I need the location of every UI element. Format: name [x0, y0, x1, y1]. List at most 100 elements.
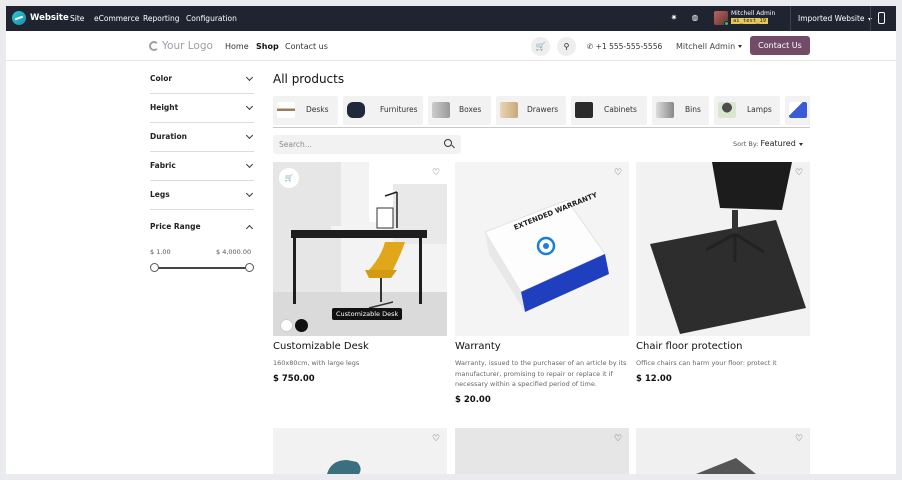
category-cabinets[interactable]: Cabinets [571, 96, 647, 125]
wishlist-heart-icon[interactable]: ♡ [613, 434, 623, 444]
site-header: Your Logo Home Shop Contact us 🛒 ⚲ ✆ +1 … [6, 31, 896, 61]
product-description: Warranty, issued to the purchaser of an … [455, 359, 627, 388]
page-title: All products [273, 72, 345, 86]
nav-home[interactable]: Home [225, 42, 249, 51]
online-status-icon [724, 21, 729, 26]
price-min-handle[interactable] [150, 263, 159, 272]
filter-fabric[interactable]: Fabric [150, 152, 254, 181]
user-menu[interactable]: Mitchell Admin ai_test_19 [714, 9, 784, 29]
warranty-box-photo: EXTENDED WARRANTY [455, 162, 629, 336]
product-image-row2-2[interactable]: ♡ [455, 428, 629, 474]
chevron-down-icon [245, 160, 254, 169]
filter-label: Price Range [150, 222, 201, 231]
chevron-down-icon [245, 189, 254, 198]
phone-number: +1 555-555-5556 [595, 42, 663, 51]
lamp-thumbnail [718, 102, 736, 118]
category-carousel: Desks Furnitures Boxes Drawers Cabinets … [273, 96, 810, 128]
divider [870, 6, 871, 31]
price-range-track[interactable] [154, 267, 250, 269]
menu-ecommerce[interactable]: eCommerce [94, 14, 139, 23]
menu-reporting[interactable]: Reporting [143, 14, 179, 23]
category-lamps[interactable]: Lamps [714, 96, 780, 125]
caret-down-icon [798, 142, 803, 146]
site-logo[interactable]: Your Logo [149, 40, 213, 52]
wishlist-heart-icon[interactable]: ♡ [794, 434, 804, 444]
product-description: 160x80cm, with large legs [273, 359, 360, 367]
variant-black-swatch[interactable] [295, 319, 308, 332]
category-boxes[interactable]: Boxes [428, 96, 491, 125]
product-image-row2-1[interactable]: ♡ [273, 428, 447, 474]
menu-configuration[interactable]: Configuration [186, 14, 237, 23]
category-label: Furnitures [380, 105, 418, 114]
admin-bar: Website Site eCommerce Reporting Configu… [6, 6, 896, 31]
category-desks[interactable]: Desks [273, 96, 338, 125]
category-label: Cabinets [604, 105, 637, 114]
contact-us-button[interactable]: Contact Us [750, 36, 810, 55]
category-furnitures[interactable]: Furnitures [343, 96, 423, 125]
phone-icon: ✆ [587, 42, 596, 51]
chevron-up-icon [245, 224, 254, 233]
website-switcher[interactable]: Imported Website [798, 14, 872, 23]
filter-height[interactable]: Height [150, 94, 254, 123]
cart-button[interactable]: 🛒 [531, 37, 550, 56]
wishlist-heart-icon[interactable]: ♡ [613, 168, 623, 178]
website-app-brand[interactable]: Website [12, 11, 69, 25]
product-image-row2-3[interactable]: ♡ [636, 428, 810, 474]
price-max-handle[interactable] [245, 263, 254, 272]
category-label: Bins [685, 105, 701, 114]
sort-dropdown[interactable]: Sort By: Featured [733, 139, 803, 148]
product-search[interactable]: Search... [273, 135, 461, 154]
filter-label: Fabric [150, 161, 176, 170]
nav-shop[interactable]: Shop [256, 42, 279, 51]
chevron-down-icon [245, 131, 254, 140]
desk-thumbnail [277, 102, 295, 118]
product-name[interactable]: Warranty [455, 341, 501, 352]
box-thumbnail [432, 102, 450, 118]
browser-viewport: Website Site eCommerce Reporting Configu… [6, 6, 896, 474]
product-image-warranty[interactable]: EXTENDED WARRANTY ♡ [455, 162, 629, 336]
category-bins[interactable]: Bins [652, 96, 709, 125]
price-max-label: $ 4,000.00 [216, 248, 252, 256]
wishlist-heart-icon[interactable]: ♡ [431, 168, 441, 178]
menu-site[interactable]: Site [70, 14, 84, 23]
phone-link[interactable]: ✆ +1 555-555-5556 [587, 42, 662, 51]
divider [790, 6, 791, 31]
filter-duration[interactable]: Duration [150, 123, 254, 152]
nav-contact-us[interactable]: Contact us [285, 42, 328, 51]
mobile-preview-icon[interactable] [878, 12, 885, 24]
product-image-chair-mat[interactable]: ♡ [636, 162, 810, 336]
filter-label: Height [150, 103, 179, 112]
header-user-menu[interactable]: Mitchell Admin [676, 42, 743, 51]
category-drawers[interactable]: Drawers [496, 96, 566, 125]
bug-icon[interactable]: ✷ [669, 13, 679, 23]
filter-label: Legs [150, 190, 170, 199]
add-to-cart-button[interactable]: 🛒 [279, 168, 299, 188]
search-button[interactable]: ⚲ [557, 37, 576, 56]
wishlist-heart-icon[interactable]: ♡ [794, 168, 804, 178]
variant-white-swatch[interactable] [280, 319, 293, 332]
globe-icon[interactable]: ◍ [690, 13, 700, 23]
filter-label: Duration [150, 132, 187, 141]
filter-price-range[interactable]: Price Range [150, 213, 254, 242]
category-next[interactable] [785, 96, 810, 125]
product-name[interactable]: Chair floor protection [636, 341, 742, 352]
chevron-down-icon [245, 73, 254, 82]
next-category-thumbnail [789, 102, 807, 118]
sort-value: Featured [760, 139, 796, 148]
filter-legs[interactable]: Legs [150, 181, 254, 210]
sofa-thumbnail [347, 102, 365, 118]
admin-user-name: Mitchell Admin [731, 10, 776, 17]
search-icon[interactable] [444, 139, 452, 147]
drawer-thumbnail [500, 102, 518, 118]
wishlist-heart-icon[interactable]: ♡ [431, 434, 441, 444]
product-name[interactable]: Customizable Desk [273, 341, 369, 352]
product-image-desk[interactable]: 🛒 ♡ Customizable Desk [273, 162, 447, 336]
product-tooltip: Customizable Desk [332, 308, 403, 320]
sort-label: Sort By: [733, 140, 759, 148]
filter-color[interactable]: Color [150, 65, 254, 94]
category-label: Boxes [459, 105, 482, 114]
database-tag: ai_test_19 [731, 18, 769, 24]
logo-mark-icon [149, 41, 159, 51]
chair-mat-photo [636, 162, 810, 336]
header-user-name: Mitchell Admin [676, 42, 736, 51]
